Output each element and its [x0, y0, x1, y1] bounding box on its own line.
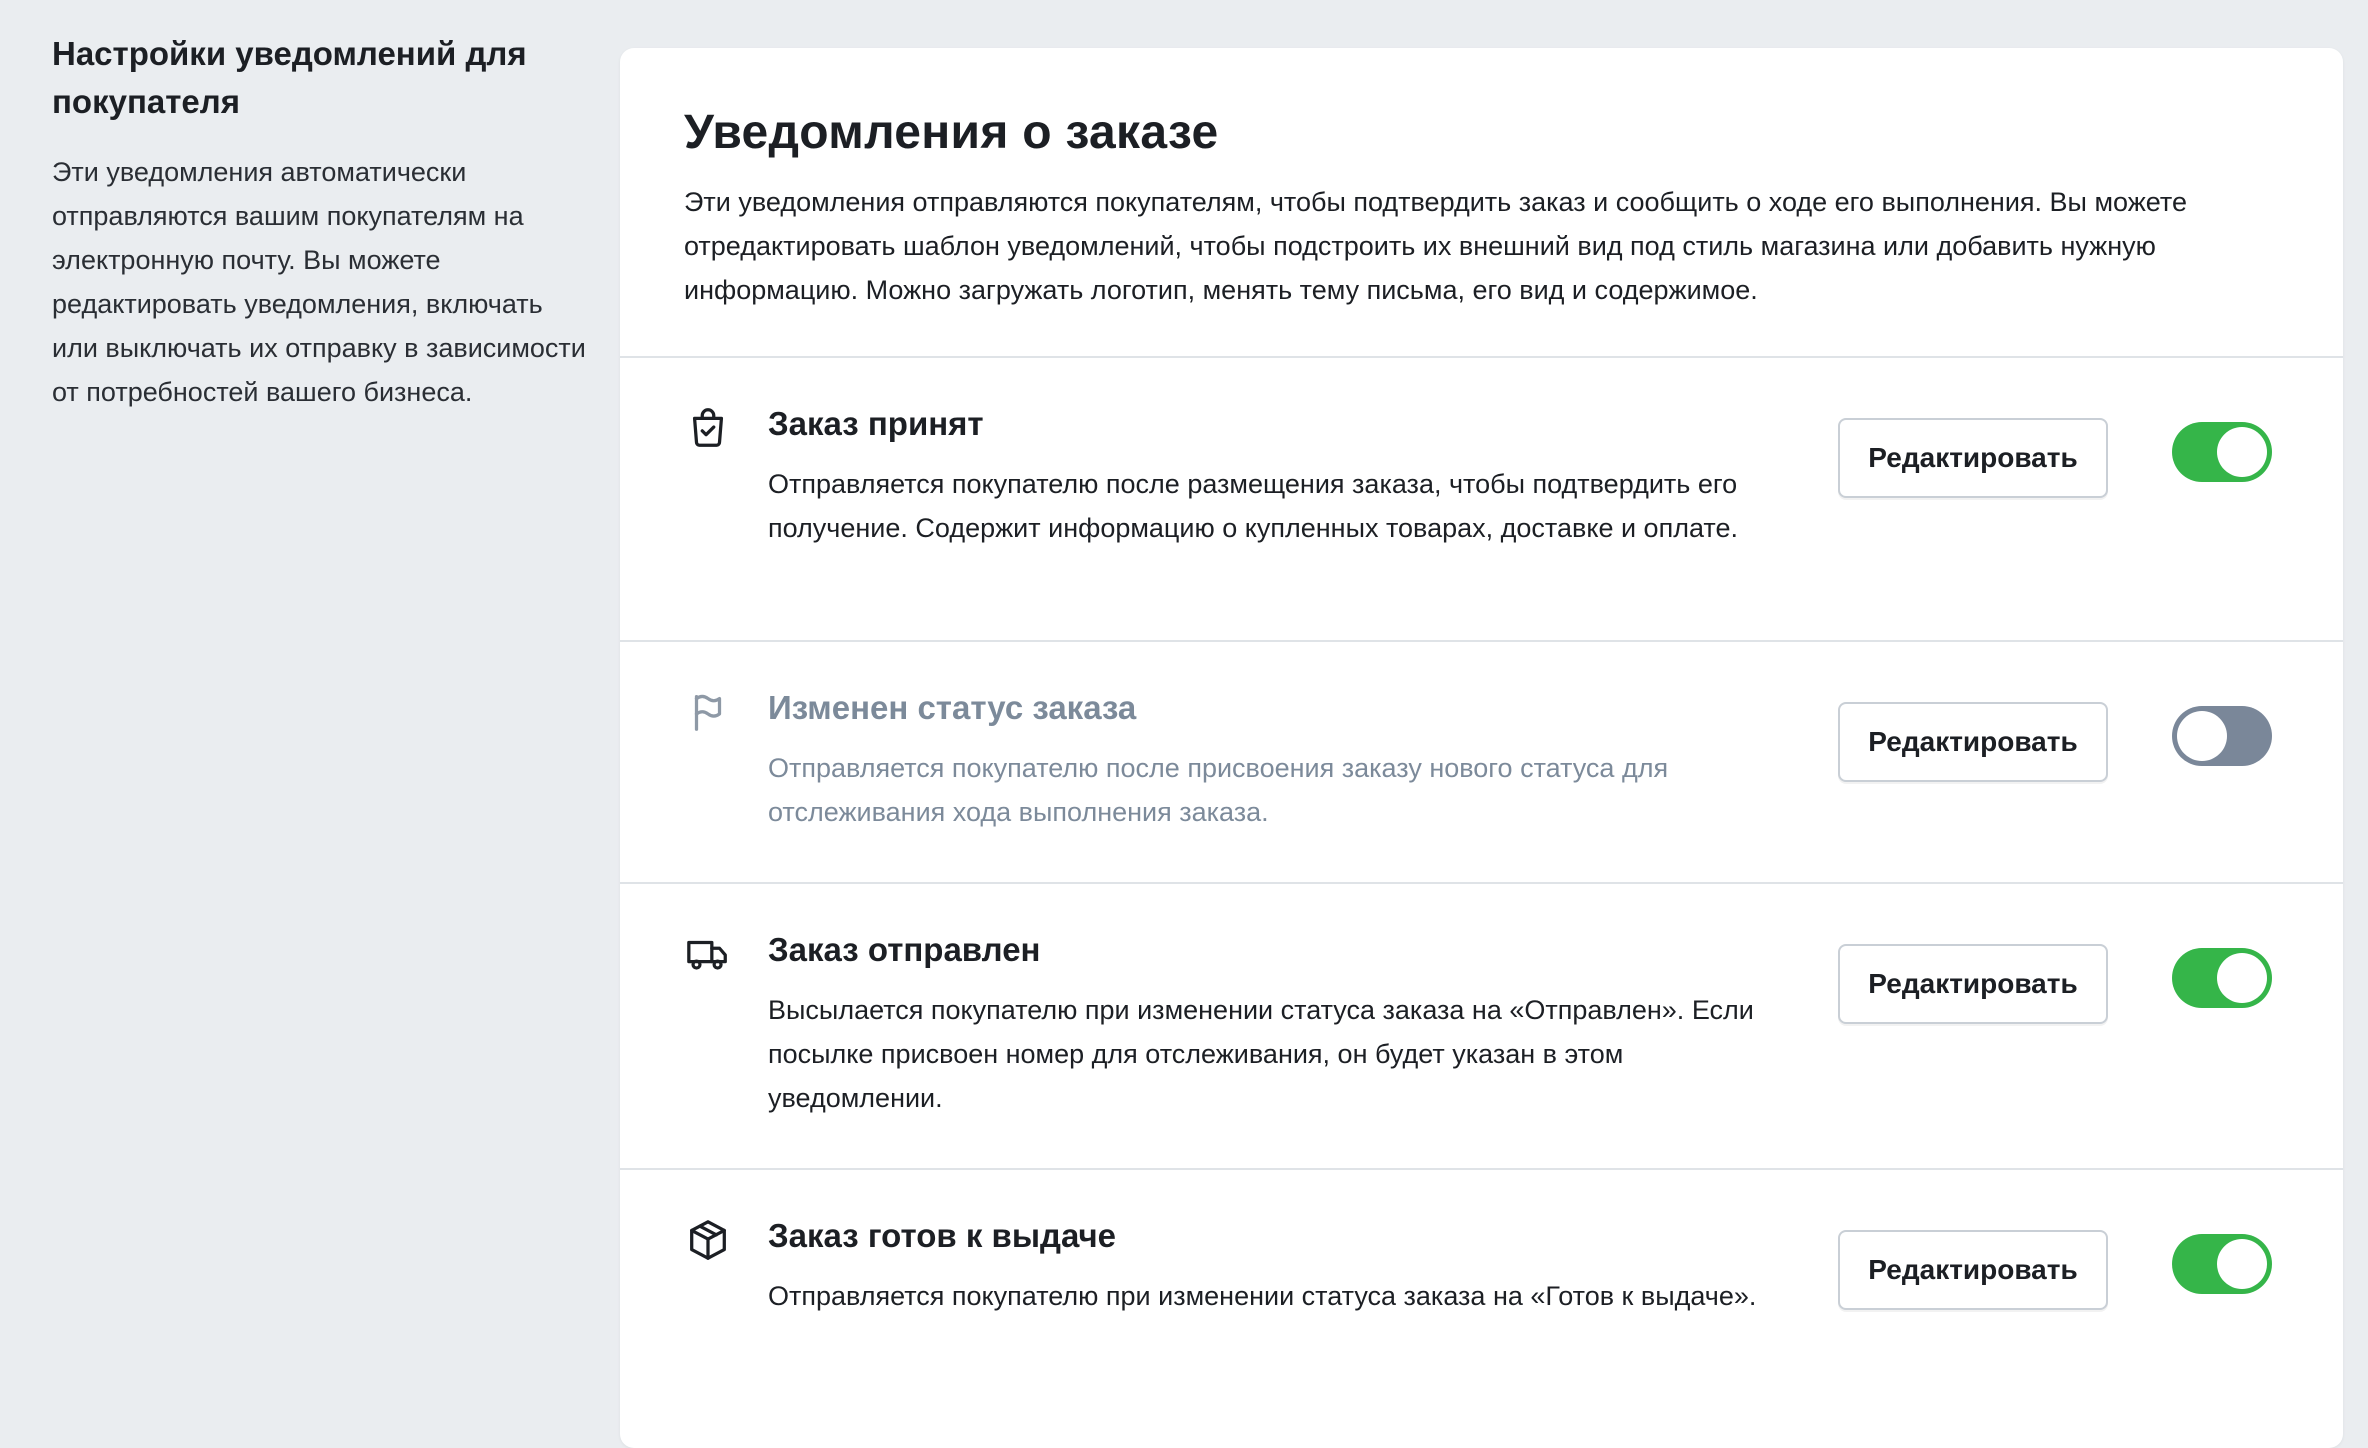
edit-button[interactable]: Редактировать — [1838, 418, 2108, 498]
notification-description: Отправляется покупателю после размещения… — [768, 469, 1738, 543]
edit-button[interactable]: Редактировать — [1838, 944, 2108, 1024]
notification-title: Заказ отправлен — [768, 931, 1041, 968]
notification-title: Заказ готов к выдаче — [768, 1217, 1116, 1254]
card-header: Уведомления о заказе Эти уведомления отп… — [620, 48, 2343, 358]
card-title: Уведомления о заказе — [684, 106, 1219, 159]
notification-title: Изменен статус заказа — [768, 689, 1137, 726]
sidebar: Настройки уведомлений для покупателя Эти… — [52, 30, 592, 414]
notification-row-ready-for-pickup: Заказ готов к выдаче Отправляется покупа… — [620, 1170, 2343, 1448]
notification-description: Высылается покупателю при изменении стат… — [768, 995, 1754, 1113]
package-box-icon — [684, 1216, 732, 1264]
notification-toggle[interactable] — [2172, 706, 2272, 766]
toggle-knob — [2177, 711, 2227, 761]
toggle-knob — [2217, 1239, 2267, 1289]
card-description: Эти уведомления отправляются покупателям… — [684, 187, 2187, 305]
toggle-knob — [2217, 427, 2267, 477]
notification-row-order-shipped: Заказ отправлен Высылается покупателю пр… — [620, 884, 2343, 1170]
notification-row-status-changed: Изменен статус заказа Отправляется покуп… — [620, 642, 2343, 884]
sidebar-description: Эти уведомления автоматически отправляют… — [52, 157, 586, 407]
flag-icon — [684, 688, 732, 736]
edit-button[interactable]: Редактировать — [1838, 702, 2108, 782]
order-notifications-card: Уведомления о заказе Эти уведомления отп… — [620, 48, 2343, 1448]
truck-icon — [684, 930, 732, 978]
notification-description: Отправляется покупателю при изменении ст… — [768, 1281, 1757, 1311]
edit-button[interactable]: Редактировать — [1838, 1230, 2108, 1310]
notification-description: Отправляется покупателю после присвоения… — [768, 753, 1669, 827]
notification-toggle[interactable] — [2172, 422, 2272, 482]
notification-title: Заказ принят — [768, 405, 984, 442]
sidebar-title: Настройки уведомлений для покупателя — [52, 35, 527, 120]
notification-toggle[interactable] — [2172, 1234, 2272, 1294]
shopping-bag-check-icon — [684, 404, 732, 452]
notification-row-order-accepted: Заказ принят Отправляется покупателю пос… — [620, 358, 2343, 642]
notification-toggle[interactable] — [2172, 948, 2272, 1008]
toggle-knob — [2217, 953, 2267, 1003]
